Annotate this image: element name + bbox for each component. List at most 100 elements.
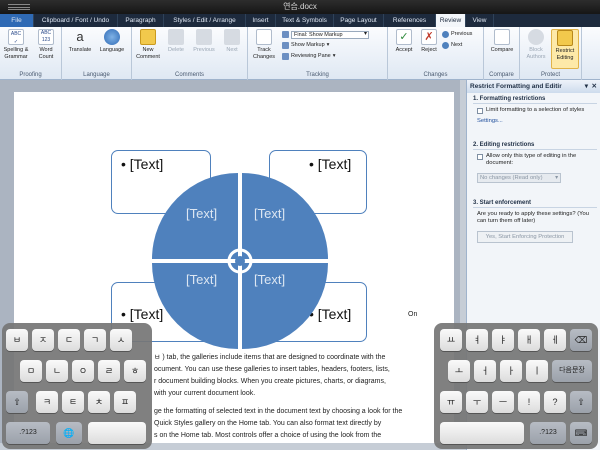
key[interactable]: ㅔ [544,329,566,351]
group-label-changes: Changes [423,72,448,78]
body-line-4[interactable]: r document building blocks. When you cre… [154,376,386,389]
markup-display-select[interactable]: Final: Show Markup [291,30,369,39]
key[interactable]: ㅁ [20,360,42,382]
start-enforcing-button[interactable]: Yes, Start Enforcing Protection [477,231,573,243]
show-markup-button[interactable]: Show Markup ▾ [282,41,329,50]
body-line-7[interactable]: Quick Styles gallery on the Home tab. Yo… [154,418,381,431]
smartart-text-top-left[interactable]: • [Text] [121,156,163,172]
next-change-button[interactable]: Next [442,41,462,50]
tab-styles[interactable]: Styles / Edit / Arrange [164,14,246,27]
key[interactable]: ! [518,391,540,413]
compare-button[interactable]: Compare [488,29,516,54]
key[interactable]: ㅐ [518,329,540,351]
space-key[interactable] [88,422,146,444]
tab-review[interactable]: Review [436,14,466,27]
tab-view[interactable]: View [466,14,494,27]
cycle-label-3[interactable]: [Text] [186,272,217,287]
body-line-2[interactable]: ㅂ ) tab, the galleries include items tha… [154,352,385,365]
translate-button[interactable]: a Translate [66,29,94,54]
group-comments: New Comment Delete Previous Next Comment… [132,27,248,80]
number-mode-key[interactable]: .?123 [530,422,566,444]
previous-change-button[interactable]: Previous [442,30,472,39]
cycle-label-4[interactable]: [Text] [254,272,285,287]
new-comment-button[interactable]: New Comment [134,29,162,60]
key[interactable]: ㅅ [110,329,132,351]
tab-clipboard[interactable]: Clipboard / Font / Undo [34,14,118,27]
number-mode-key[interactable]: .?123 [6,422,50,444]
smartart-cycle-graphic[interactable] [151,172,329,350]
next-comment-button[interactable]: Next [218,29,246,54]
body-line-3[interactable]: ocument. You can use these galleries to … [154,364,390,377]
previous-comment-button[interactable]: Previous [190,29,218,54]
tab-paragraph[interactable]: Paragraph [118,14,164,27]
body-line-6[interactable]: ge the formatting of selected text in th… [154,406,402,419]
limit-formatting-checkbox[interactable]: Limit formatting to a selection of style… [477,107,597,114]
key[interactable]: ㅓ [474,360,496,382]
globe-icon[interactable]: 🌐 [56,422,82,444]
editing-restrictions-heading: 2. Editing restrictions [473,142,597,150]
key[interactable]: ㅛ [440,329,462,351]
shift-key[interactable]: ⇧ [570,391,592,413]
delete-comment-button[interactable]: Delete [162,29,190,54]
key[interactable]: ㅊ [88,391,110,413]
key[interactable]: ㄷ [58,329,80,351]
tab-text-symbols[interactable]: Text & Symbols [276,14,334,27]
tab-page-layout[interactable]: Page Layout [334,14,384,27]
backspace-key[interactable]: ⌫ [570,329,592,351]
editing-type-select[interactable]: No changes (Read only) [477,173,561,183]
track-changes-button[interactable]: Track Changes [250,29,278,60]
block-authors-button[interactable]: Block Authors [522,29,550,60]
tab-insert[interactable]: Insert [246,14,276,27]
settings-link[interactable]: Settings... [477,118,597,124]
group-tracking: Track Changes Final: Show Markup Show Ma… [248,27,388,80]
globe-icon [104,29,120,45]
key[interactable]: ㄹ [98,360,120,382]
ribbon-tabs: File Clipboard / Font / Undo Paragraph S… [0,14,600,27]
reviewing-pane-button[interactable]: Reviewing Pane ▾ [282,52,336,61]
keyboard-dismiss-icon[interactable]: ⌨ [570,422,592,444]
next-sentence-key[interactable]: 다음문장 [552,360,592,382]
tab-references[interactable]: References [384,14,436,27]
pane-header: Restrict Formatting and Editir ▾ ✕ [467,80,600,93]
key[interactable]: ㄱ [84,329,106,351]
key[interactable]: ㅎ [124,360,146,382]
spelling-button[interactable]: ABC ✓ Spelling & Grammar [2,29,30,60]
restrict-editing-button[interactable]: Restrict Editing [551,29,579,69]
key[interactable]: ㅋ [36,391,58,413]
language-button[interactable]: Language [98,29,126,54]
close-icon[interactable]: ✕ [592,80,597,93]
key[interactable]: ㅠ [440,391,462,413]
key[interactable]: ㅕ [466,329,488,351]
pane-options-icon[interactable]: ▾ [585,80,588,93]
checkbox-icon[interactable] [477,108,483,114]
key[interactable]: ㅍ [114,391,136,413]
reject-button[interactable]: ✗ Reject [415,29,443,54]
body-line-8[interactable]: s on the Home tab. Most controls offer a… [154,430,381,443]
key[interactable]: ㅑ [492,329,514,351]
allow-editing-checkbox[interactable]: Allow only this type of editing in the d… [477,153,597,167]
body-line-5[interactable]: with your current document look. [154,388,255,401]
ribbon: ABC ✓ Spelling & Grammar ABC 123 Word Cou… [0,27,600,80]
accept-button[interactable]: ✓ Accept [390,29,418,54]
key[interactable]: ㄴ [46,360,68,382]
key[interactable]: ㅇ [72,360,94,382]
key[interactable]: ㅏ [500,360,522,382]
menu-grip-icon[interactable] [8,4,30,10]
key[interactable]: ㅂ [6,329,28,351]
key[interactable]: ㅌ [62,391,84,413]
body-line-1[interactable]: On [408,309,417,322]
key[interactable]: ㅜ [466,391,488,413]
tab-file[interactable]: File [0,14,34,27]
key[interactable]: ㅡ [492,391,514,413]
space-key[interactable] [440,422,524,444]
key[interactable]: ㅣ [526,360,548,382]
cycle-label-1[interactable]: [Text] [186,206,217,221]
key[interactable]: ? [544,391,566,413]
word-count-button[interactable]: ABC 123 Word Count [32,29,60,60]
key[interactable]: ㅈ [32,329,54,351]
cycle-label-2[interactable]: [Text] [254,206,285,221]
shift-key[interactable]: ⇧ [6,391,28,413]
checkbox-icon[interactable] [477,154,483,160]
smartart-text-top-right[interactable]: • [Text] [309,156,351,172]
key[interactable]: ㅗ [448,360,470,382]
